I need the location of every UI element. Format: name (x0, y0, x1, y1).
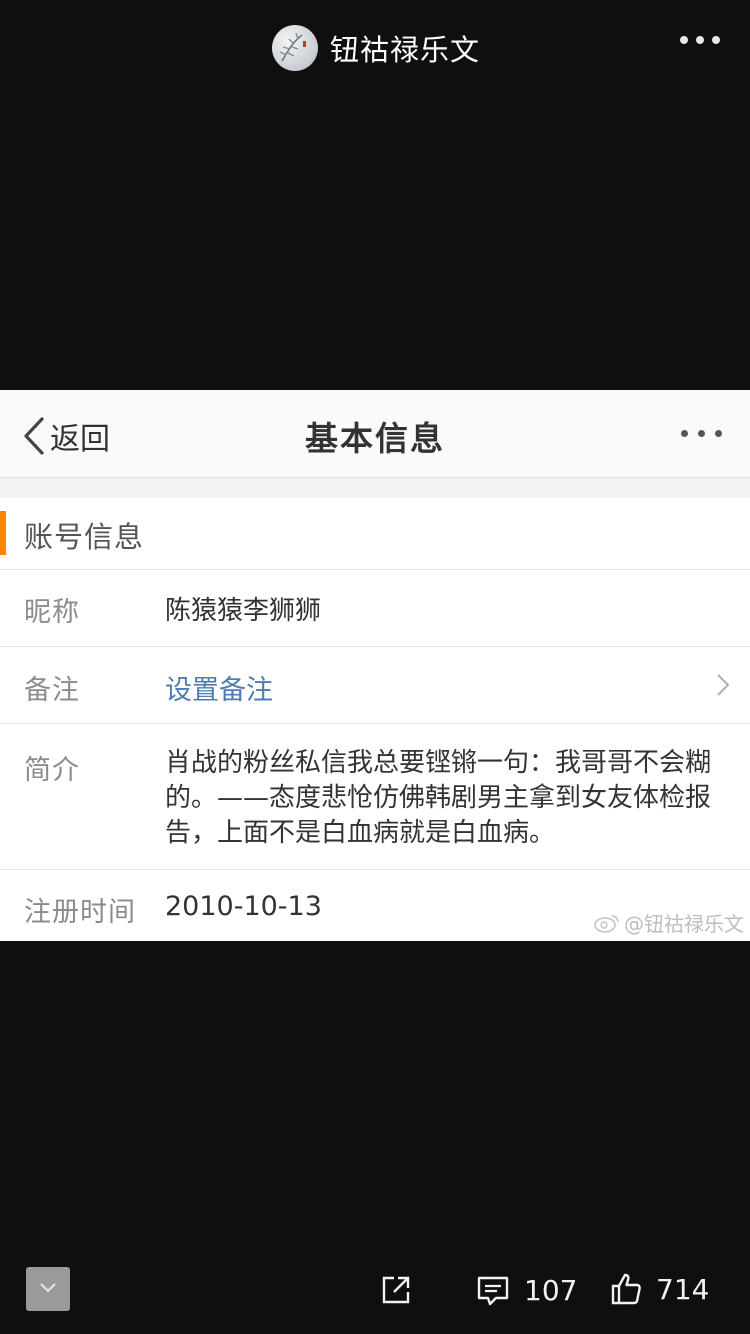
profile-nav-bar: 返回 基本信息 (0, 390, 750, 478)
viewer-footer: 107 714 (0, 1262, 750, 1318)
page-title: 基本信息 (305, 419, 445, 458)
collapse-icon (40, 1283, 56, 1293)
weibo-logo-icon (594, 914, 619, 933)
more-icon[interactable] (680, 36, 720, 44)
row-label: 注册时间 (24, 897, 136, 928)
row-remark[interactable]: 备注 设置备注 (0, 647, 750, 724)
row-registration-date: 注册时间 2010-10-13 @钮祜禄乐文 (0, 870, 750, 941)
like-button[interactable]: 714 (610, 1272, 709, 1306)
section-header: 账号信息 (0, 498, 750, 570)
comment-button[interactable]: 107 (476, 1274, 577, 1307)
like-icon (611, 1273, 641, 1305)
set-remark-link[interactable]: 设置备注 (165, 668, 273, 707)
post-image[interactable]: 返回 基本信息 账号信息 昵称 陈猿猿李狮狮 备注 设置备注 简介 肖战的粉丝私… (0, 390, 750, 941)
author-info[interactable]: 钮祜禄乐文 (272, 25, 480, 71)
watermark-text: @钮祜禄乐文 (624, 912, 744, 936)
like-count: 714 (656, 1272, 710, 1306)
collapse-button[interactable] (26, 1267, 70, 1311)
registration-date-value: 2010-10-13 (165, 891, 322, 922)
bio-value: 肖战的粉丝私信我总要铿锵一句：我哥哥不会糊的。——态度悲怆仿佛韩剧男主拿到女友体… (165, 748, 712, 848)
nickname-value: 陈猿猿李狮狮 (165, 596, 322, 626)
row-label: 昵称 (24, 597, 80, 628)
comment-icon (477, 1276, 509, 1305)
row-nickname: 昵称 陈猿猿李狮狮 (0, 570, 750, 647)
more-icon[interactable] (681, 430, 722, 437)
share-icon (382, 1276, 410, 1304)
section-title: 账号信息 (24, 520, 145, 554)
share-button[interactable] (380, 1274, 412, 1310)
chevron-right-icon (717, 674, 730, 696)
row-label: 备注 (24, 675, 80, 706)
account-info-card: 账号信息 昵称 陈猿猿李狮狮 备注 设置备注 简介 肖战的粉丝私信我总要铿锵一句… (0, 498, 750, 941)
section-accent-bar (0, 511, 6, 555)
row-label: 简介 (24, 755, 80, 786)
watermark: @钮祜禄乐文 (594, 908, 744, 937)
avatar[interactable] (272, 25, 318, 71)
row-bio: 简介 肖战的粉丝私信我总要铿锵一句：我哥哥不会糊的。——态度悲怆仿佛韩剧男主拿到… (0, 724, 750, 870)
author-name[interactable]: 钮祜禄乐文 (330, 27, 480, 69)
viewer-header: 钮祜禄乐文 (0, 0, 750, 96)
comment-count: 107 (524, 1274, 578, 1307)
